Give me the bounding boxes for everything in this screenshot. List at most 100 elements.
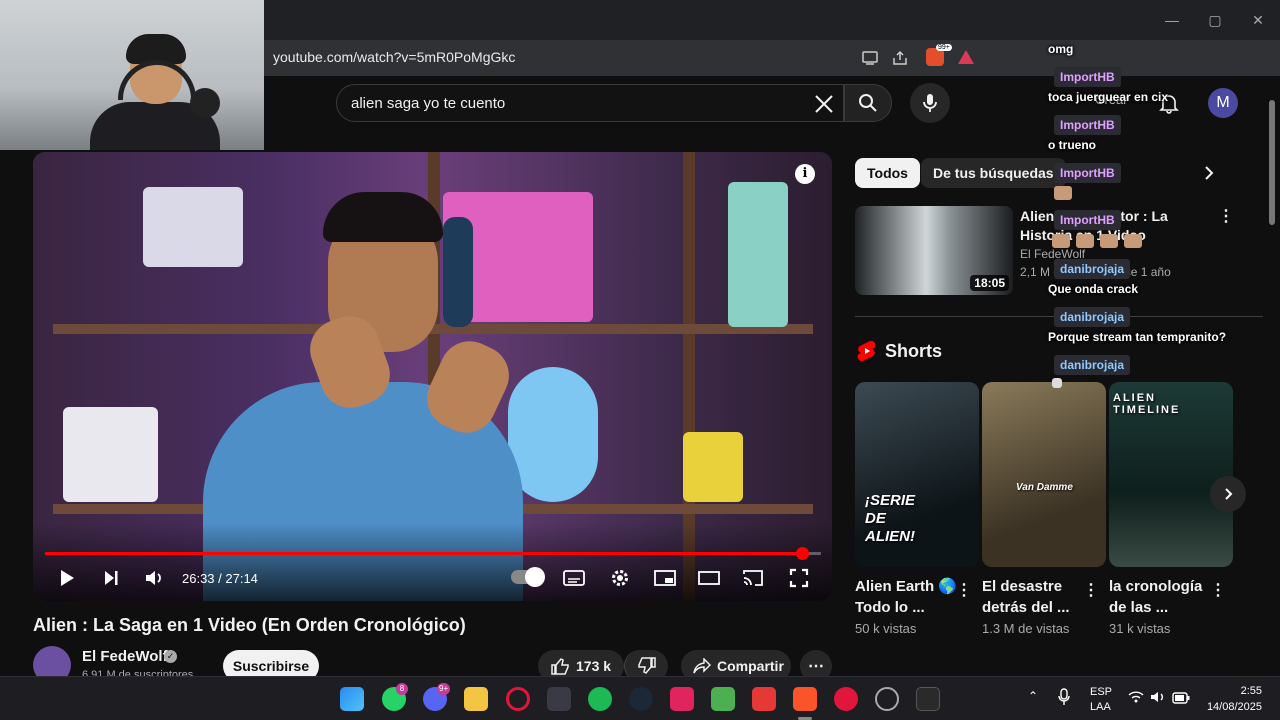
miniplayer-button[interactable] (653, 566, 677, 590)
short-title[interactable]: El desastre detrás del ... (982, 576, 1092, 618)
brave-rewards-icon[interactable] (958, 50, 974, 64)
video-player[interactable]: i 26:33 / 27:14 (33, 152, 832, 601)
maximize-icon[interactable]: ▢ (1205, 10, 1225, 30)
theater-icon (698, 571, 720, 585)
short-views: 31 k vistas (1109, 621, 1171, 636)
webcam-overlay (0, 0, 264, 150)
more-vertical-icon[interactable]: ⋮ (1210, 580, 1226, 600)
anydesk-icon[interactable] (752, 687, 776, 711)
speaker-icon[interactable] (1150, 690, 1166, 709)
valorant-icon[interactable] (670, 687, 694, 711)
chat-username: danibrojaja (1054, 307, 1131, 327)
opera-icon[interactable] (506, 687, 530, 711)
url-text[interactable]: youtube.com/watch?v=5mR0PoMgGkc (273, 49, 515, 65)
recommended-thumbnail[interactable]: 18:05 (855, 206, 1013, 295)
cast-icon[interactable] (860, 48, 880, 68)
chat-emote (1052, 378, 1062, 388)
search-input[interactable]: alien saga yo te cuento (351, 95, 505, 112)
short-thumbnail[interactable]: ¡SERIE DE ALIEN! (855, 382, 979, 567)
search-box[interactable]: alien saga yo te cuento (336, 84, 844, 122)
battery-icon[interactable] (1172, 691, 1190, 709)
volume-button[interactable] (142, 566, 166, 590)
short-thumbnail[interactable]: ALIEN TIMELINE (1109, 382, 1233, 567)
more-vertical-icon[interactable]: ⋮ (1083, 580, 1099, 600)
progress-bar[interactable] (45, 547, 821, 560)
brave-shield-icon[interactable]: 99+ (926, 44, 952, 66)
close-window-icon[interactable]: ✕ (1248, 10, 1268, 30)
brave-browser-icon[interactable] (793, 687, 817, 711)
minimize-icon[interactable]: — (1162, 10, 1182, 30)
chip-all[interactable]: Todos (855, 158, 920, 188)
more-horizontal-icon: ⋯ (808, 658, 824, 675)
shorts-icon (857, 340, 877, 362)
chat-username: ImportHB (1054, 67, 1121, 87)
theater-mode-button[interactable] (697, 566, 721, 590)
network-icon[interactable] (1128, 690, 1144, 709)
epic-games-icon[interactable] (916, 687, 940, 711)
channel-name[interactable]: El FedeWolf (82, 648, 168, 665)
chat-emote (1052, 234, 1070, 248)
short-views: 50 k vistas (855, 621, 917, 636)
chat-message: Que onda crack (1048, 282, 1139, 296)
play-button[interactable] (55, 566, 79, 590)
shorts-next-button[interactable] (1210, 476, 1246, 512)
search-icon (859, 94, 877, 112)
chat-emote (1076, 234, 1094, 248)
clock-time[interactable]: 2:55 (1212, 685, 1262, 697)
file-explorer-icon[interactable] (464, 687, 488, 711)
presenter-hair (323, 192, 443, 242)
skip-next-icon (105, 571, 118, 585)
keyboard-layout-indicator[interactable]: LAA (1090, 701, 1111, 713)
chat-message: toca juerguear en cix (1048, 90, 1169, 104)
info-icon[interactable]: i (795, 164, 815, 184)
language-indicator[interactable]: ESP (1090, 686, 1112, 698)
next-button[interactable] (99, 566, 123, 590)
verified-check-icon: ✓ (164, 650, 177, 663)
whatsapp-badge: 8 (396, 683, 408, 695)
steam-icon[interactable] (629, 687, 653, 711)
more-vertical-icon[interactable]: ⋮ (956, 580, 972, 600)
clock-date[interactable]: 14/08/2025 (1196, 701, 1262, 713)
minecraft-icon[interactable] (711, 687, 735, 711)
microphone-tray-icon[interactable] (1058, 688, 1070, 711)
share-page-icon[interactable] (890, 48, 910, 68)
chat-message: Porque stream tan tempranito? (1048, 330, 1227, 344)
short-title[interactable]: la cronología de las ... (1109, 576, 1219, 618)
extension-badge: 99+ (936, 44, 952, 51)
subtitles-icon (563, 570, 585, 586)
short-caption: Van Damme (1016, 482, 1073, 493)
chevron-up-icon[interactable]: ⌃ (1028, 689, 1038, 703)
settings-button[interactable] (608, 566, 632, 590)
chat-message: omg (1048, 42, 1074, 56)
scrollbar-thumb[interactable] (1269, 100, 1275, 225)
spongebob-plush (683, 432, 743, 502)
cast-button[interactable] (741, 566, 765, 590)
chat-username: ImportHB (1054, 115, 1121, 135)
subtitles-button[interactable] (562, 566, 586, 590)
share-label: Compartir (717, 658, 784, 674)
stream-chat-overlay: omg ImportHB toca juerguear en cix Impor… (1044, 40, 1280, 390)
time-display: 26:33 / 27:14 (182, 571, 258, 586)
spotify-icon[interactable] (588, 687, 612, 711)
search-button[interactable] (844, 84, 892, 122)
chat-username: ImportHB (1054, 210, 1121, 230)
live-app-icon[interactable] (547, 687, 571, 711)
clear-search-icon[interactable] (811, 91, 837, 117)
energy-cans (728, 182, 788, 327)
toy-boxes (143, 187, 243, 267)
microphone-object (190, 88, 220, 118)
miniplayer-icon (654, 570, 676, 586)
doraemon-plush (508, 367, 598, 502)
voice-search-button[interactable] (910, 83, 950, 123)
start-windows-icon[interactable] (340, 687, 364, 711)
autoplay-toggle[interactable] (511, 567, 545, 587)
obs-icon[interactable] (875, 687, 899, 711)
short-thumbnail[interactable]: Van Damme (982, 382, 1106, 567)
thumbs-down-icon (637, 657, 656, 674)
short-title[interactable]: Alien Earth 🌎 Todo lo ... (855, 576, 965, 618)
opera-gx-icon[interactable] (834, 687, 858, 711)
duration-badge: 18:05 (970, 275, 1009, 291)
fullscreen-button[interactable] (787, 566, 811, 590)
progress-scrubber[interactable] (795, 547, 809, 560)
water-bottle (443, 217, 473, 327)
